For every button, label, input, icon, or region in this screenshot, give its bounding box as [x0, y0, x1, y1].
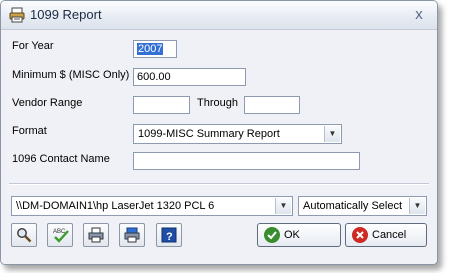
chevron-down-icon[interactable]: ▼: [275, 198, 291, 214]
report-dialog: 1099 Report x For Year 2007 Minimum $ (M…: [0, 0, 438, 265]
for-year-value: 2007: [137, 43, 164, 55]
preview-magnifier-icon: [17, 228, 32, 243]
cancel-x-icon: [352, 227, 368, 243]
help-button[interactable]: ?: [156, 223, 182, 247]
for-year-input[interactable]: 2007: [133, 40, 177, 58]
paper-tray-select[interactable]: Automatically Select ▼: [298, 196, 427, 216]
spell-check-icon: ABC: [53, 229, 69, 243]
window-title: 1099 Report: [30, 7, 102, 22]
vendor-range-label: Vendor Range: [12, 97, 83, 109]
paper-tray-value: Automatically Select: [303, 200, 403, 212]
minimum-value: 600.00: [137, 71, 171, 83]
vendor-from-input[interactable]: [133, 96, 190, 114]
title-bar: 1099 Report x: [1, 1, 437, 30]
print-setup-icon: [124, 227, 140, 243]
format-value: 1099-MISC Summary Report: [138, 128, 280, 140]
checkmark-icon: [264, 227, 280, 243]
contact-name-label: 1096 Contact Name: [12, 153, 110, 165]
format-select[interactable]: 1099-MISC Summary Report ▼: [133, 124, 342, 144]
spell-check-button[interactable]: ABC: [47, 223, 73, 247]
minimum-input[interactable]: 600.00: [133, 68, 246, 86]
cancel-label: Cancel: [372, 229, 407, 241]
preview-button[interactable]: [11, 223, 37, 247]
format-label: Format: [12, 125, 47, 137]
dialog-body: For Year 2007 Minimum $ (MISC Only) 600.…: [1, 30, 437, 264]
print-icon: [88, 227, 104, 243]
ok-button[interactable]: OK: [257, 223, 341, 247]
chevron-down-icon[interactable]: ▼: [324, 126, 340, 142]
svg-text:?: ?: [166, 231, 173, 243]
vendor-to-input[interactable]: [244, 96, 300, 114]
printer-select[interactable]: \\DM-DOMAIN1\hp LaserJet 1320 PCL 6 ▼: [11, 196, 293, 216]
ok-label: OK: [284, 229, 300, 241]
through-label: Through: [197, 97, 238, 109]
help-icon: ?: [161, 227, 177, 243]
chevron-down-icon[interactable]: ▼: [409, 198, 425, 214]
for-year-label: For Year: [12, 40, 54, 52]
divider: [9, 183, 429, 185]
printer-app-icon: [9, 7, 25, 23]
close-button[interactable]: x: [409, 5, 429, 25]
print-setup-button[interactable]: [119, 223, 145, 247]
contact-name-input[interactable]: [133, 152, 360, 170]
minimum-label: Minimum $ (MISC Only): [12, 69, 130, 81]
print-button[interactable]: [83, 223, 109, 247]
cancel-button[interactable]: Cancel: [345, 223, 427, 247]
printer-value: \\DM-DOMAIN1\hp LaserJet 1320 PCL 6: [16, 200, 215, 212]
